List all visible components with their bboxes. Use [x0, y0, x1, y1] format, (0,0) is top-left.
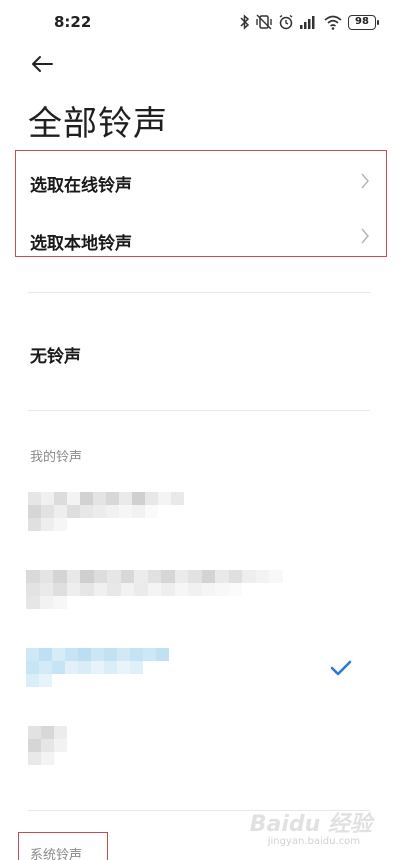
- bluetooth-icon: [240, 14, 250, 30]
- ringtone-item[interactable]: [0, 488, 400, 536]
- pick-local-ringtone-label: 选取本地铃声: [30, 234, 132, 254]
- pixelated-ringtone-name: [26, 648, 169, 687]
- pixelated-ringtone-name: [28, 726, 67, 765]
- no-ringtone-label: 无铃声: [30, 347, 81, 367]
- status-bar: 8:22 98: [0, 0, 400, 44]
- watermark: Baidu 经验: [249, 812, 372, 837]
- pick-online-ringtone-row[interactable]: 选取在线铃声: [0, 158, 400, 204]
- pixelated-ringtone-name: [26, 570, 296, 609]
- battery-icon: 98: [348, 14, 379, 30]
- pick-local-ringtone-row[interactable]: 选取本地铃声: [0, 216, 400, 262]
- chevron-right-icon: [361, 228, 369, 244]
- divider: [28, 292, 370, 293]
- watermark-url: jingyan.baidu.com: [267, 836, 360, 847]
- wifi-icon: [324, 15, 342, 30]
- chevron-right-icon: [361, 173, 369, 189]
- signal-icon: [300, 15, 315, 29]
- system-ringtones-header: 系统铃声: [30, 848, 83, 860]
- ringtone-item[interactable]: [0, 566, 400, 614]
- page-title: 全部铃声: [28, 104, 168, 144]
- status-time: 8:22: [54, 13, 92, 31]
- alarm-icon: [279, 14, 293, 30]
- vibrate-off-icon: [256, 14, 272, 30]
- ringtone-item[interactable]: [0, 724, 400, 772]
- checkmark-icon: [330, 660, 352, 676]
- ringtone-item-selected[interactable]: [0, 644, 400, 694]
- back-button[interactable]: [24, 48, 60, 80]
- no-ringtone-row[interactable]: 无铃声: [0, 330, 400, 376]
- arrow-left-icon: [32, 56, 53, 72]
- divider: [28, 410, 370, 411]
- status-icons: 98: [240, 12, 379, 32]
- pick-online-ringtone-label: 选取在线铃声: [30, 176, 132, 196]
- my-ringtones-header: 我的铃声: [30, 450, 83, 465]
- pixelated-ringtone-name: [28, 492, 197, 531]
